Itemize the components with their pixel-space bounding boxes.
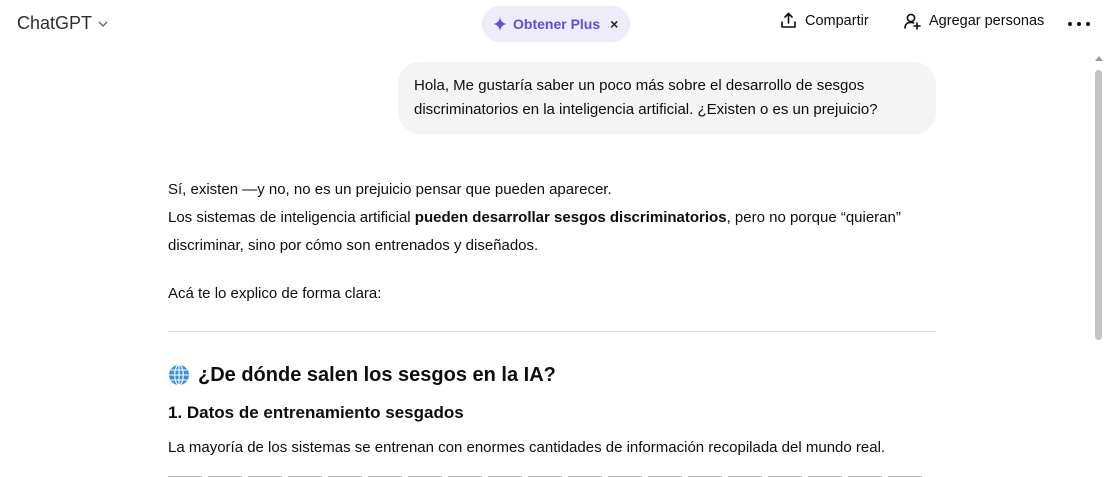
user-message: Hola, Me gustaría saber un poco más sobr…	[398, 62, 936, 134]
dot	[1077, 22, 1081, 26]
assistant-message: Sí, existen —y no, no es un prejuicio pe…	[168, 176, 938, 462]
dot	[1086, 22, 1090, 26]
answer-line-2: Los sistemas de inteligencia artificial …	[168, 204, 938, 260]
top-bar: ChatGPT Obtener Plus × Compartir Agregar…	[0, 0, 1105, 48]
model-selector[interactable]: ChatGPT	[17, 13, 108, 34]
divider	[168, 331, 936, 332]
share-icon	[781, 12, 796, 28]
scrollbar[interactable]	[1093, 56, 1105, 477]
add-people-button[interactable]: Agregar personas	[903, 12, 1044, 30]
scroll-thumb[interactable]	[1095, 70, 1102, 340]
answer-intro: Acá te lo explico de forma clara:	[168, 285, 382, 302]
get-plus-button[interactable]: Obtener Plus ×	[482, 6, 631, 42]
scroll-up-arrow[interactable]	[1095, 56, 1103, 61]
dot	[1068, 22, 1072, 26]
answer-line-2-bold: pueden desarrollar sesgos discriminatori…	[414, 209, 727, 226]
share-button[interactable]: Compartir	[780, 12, 869, 29]
clipped-text-line	[168, 472, 928, 477]
answer-paragraph: La mayoría de los sistemas se entrenan c…	[168, 439, 886, 456]
add-people-label: Agregar personas	[929, 13, 1045, 29]
section-heading-text: ¿De dónde salen los sesgos en la IA?	[198, 364, 556, 386]
model-name: ChatGPT	[17, 13, 93, 33]
more-options-button[interactable]	[1068, 14, 1090, 34]
share-label: Compartir	[805, 12, 869, 29]
chevron-down-icon	[98, 21, 108, 27]
answer-line-1: Sí, existen —y no, no es un prejuicio pe…	[168, 181, 612, 198]
subheading: 1. Datos de entrenamiento sesgados	[168, 403, 464, 422]
section-heading: ¿De dónde salen los sesgos en la IA?	[168, 360, 938, 390]
sparkle-icon	[493, 17, 507, 31]
answer-line-2-start: Los sistemas de inteligencia artificial	[168, 209, 415, 226]
add-user-icon	[904, 13, 921, 30]
close-icon[interactable]: ×	[610, 16, 618, 32]
get-plus-label: Obtener Plus	[513, 16, 601, 32]
globe-icon	[169, 364, 189, 386]
